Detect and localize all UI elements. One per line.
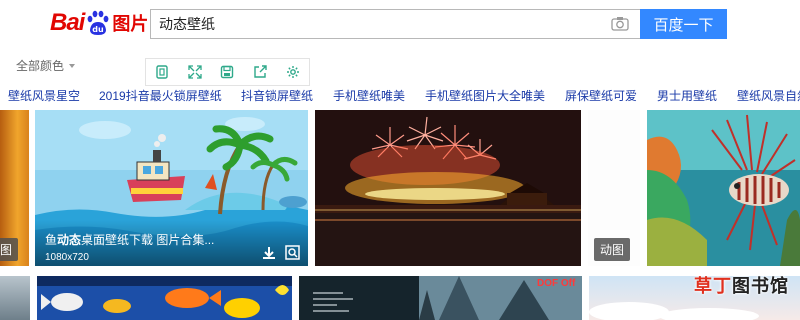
image-toolbar: [145, 58, 310, 86]
download-icon[interactable]: [262, 246, 276, 260]
zoom-icon[interactable]: [285, 245, 300, 260]
image-tile[interactable]: 动图: [588, 110, 640, 266]
image-tile-forest[interactable]: DOF Off: [299, 276, 582, 320]
search-box[interactable]: [150, 9, 640, 39]
tag-link[interactable]: 手机壁纸唯美: [333, 87, 405, 103]
fireworks-image: [315, 110, 581, 266]
animated-badge: 图: [0, 238, 19, 261]
tag-link[interactable]: 手机壁纸图片大全唯美: [425, 87, 545, 103]
image-tile-reef[interactable]: [647, 110, 800, 266]
image-tile-fireworks[interactable]: [315, 110, 581, 266]
watermark: 草丁图书馆: [694, 276, 789, 296]
color-filter-dropdown[interactable]: 全部颜色: [16, 57, 76, 74]
chevron-down-icon: [69, 63, 76, 68]
camera-icon[interactable]: [611, 16, 629, 31]
aquarium-image: [37, 276, 292, 320]
dof-label: DOF Off: [537, 278, 576, 289]
paw-icon: du: [85, 10, 109, 36]
related-tags: 壁纸风景星空 2019抖音最火锁屏壁纸 抖音锁屏壁纸 手机壁纸唯美 手机壁纸图片…: [0, 85, 800, 103]
svg-text:du: du: [93, 25, 105, 34]
save-icon[interactable]: [211, 59, 244, 85]
baidu-images-logo[interactable]: Bai du 图片: [50, 6, 148, 40]
image-tile[interactable]: [0, 276, 30, 320]
search-input[interactable]: [151, 10, 591, 38]
tag-link[interactable]: 抖音锁屏壁纸: [241, 87, 313, 103]
image-caption-title[interactable]: 鱼动态桌面壁纸下载 图片合集...: [45, 231, 214, 248]
search-button[interactable]: 百度一下: [640, 9, 727, 39]
animated-badge: 动图: [594, 238, 631, 261]
share-icon[interactable]: [244, 59, 277, 85]
tag-link[interactable]: 男士用壁纸: [657, 87, 717, 103]
image-tile-aquarium[interactable]: [37, 276, 292, 320]
color-filter-label: 全部颜色: [16, 59, 65, 73]
copy-icon[interactable]: [146, 59, 179, 85]
reef-image: [647, 110, 800, 266]
tag-link[interactable]: 壁纸风景星空: [8, 87, 80, 103]
tag-link[interactable]: 壁纸风景自然: [737, 87, 800, 103]
tag-link[interactable]: 屏保壁纸可爱: [565, 87, 637, 103]
fullscreen-icon[interactable]: [179, 59, 212, 85]
image-size: 1080x720: [45, 252, 89, 263]
settings-icon[interactable]: [276, 59, 309, 85]
image-tile[interactable]: 图: [0, 110, 29, 266]
tag-link[interactable]: 2019抖音最火锁屏壁纸: [99, 87, 222, 103]
image-tile-cartoon[interactable]: 鱼动态桌面壁纸下载 图片合集... 1080x720: [35, 110, 308, 266]
